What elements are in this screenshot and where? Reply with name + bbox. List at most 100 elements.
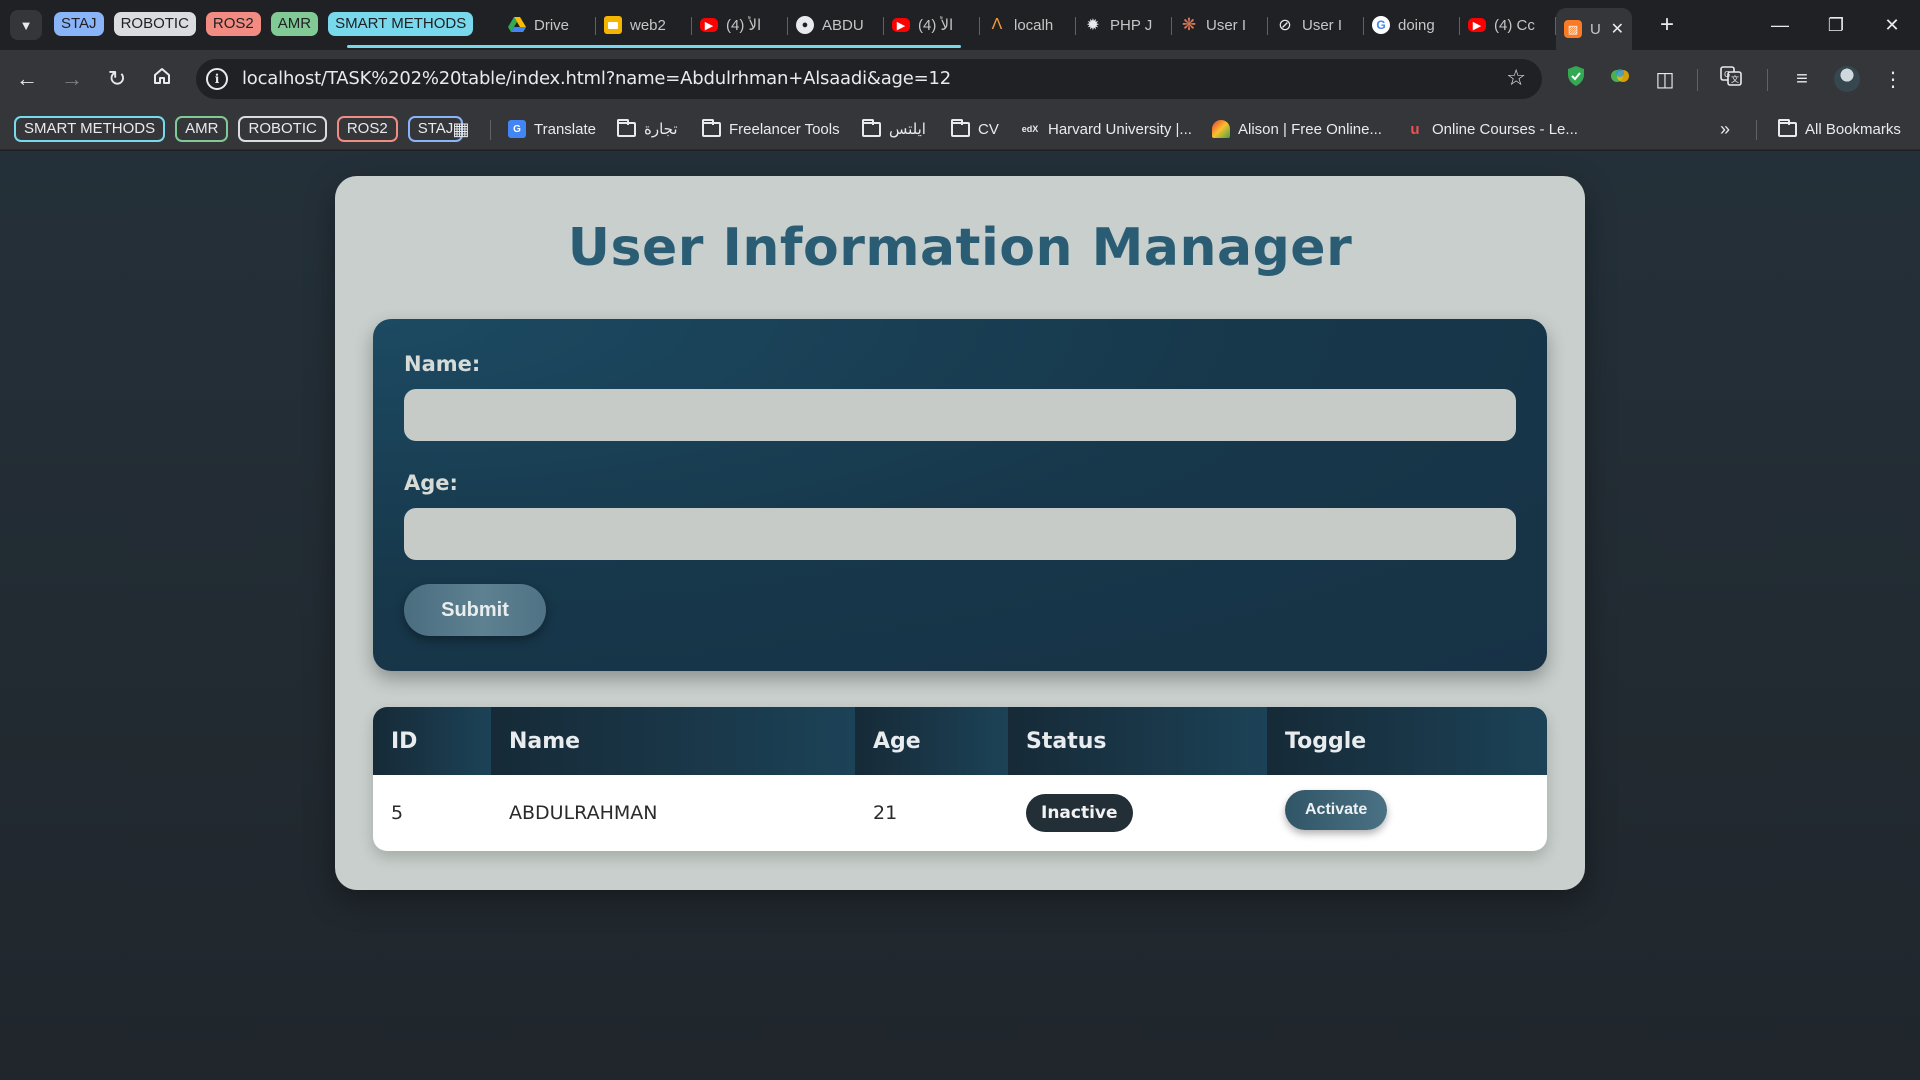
github-icon: ● (796, 16, 814, 34)
tab-web2[interactable]: web2 (596, 8, 692, 42)
bookmark-label: Freelancer Tools (729, 120, 840, 138)
colorful-extension-button[interactable] (1605, 64, 1635, 94)
tab-group-staj[interactable]: STAJ (54, 12, 104, 36)
tab-group-smart-methods[interactable]: SMART METHODS (328, 12, 474, 36)
tab-youtube-3[interactable]: ▶ (4) Cc (1460, 8, 1556, 42)
bookmark-online-courses[interactable]: u Online Courses - Le... (1406, 108, 1578, 150)
column-header-name: Name (491, 707, 855, 775)
extensions-button[interactable]: ◫ (1650, 64, 1680, 94)
tab-title: localh (1014, 16, 1054, 34)
translate-icon: G文 (1720, 65, 1742, 93)
bookmark-alison[interactable]: Alison | Free Online... (1212, 108, 1382, 150)
home-icon (152, 66, 172, 92)
forward-button[interactable]: → (57, 64, 87, 94)
reload-button[interactable]: ↻ (102, 64, 132, 94)
minimize-button[interactable]: — (1752, 0, 1808, 50)
tab-google[interactable]: G doing (1364, 8, 1460, 42)
tab-localhost[interactable]: Λ localh (980, 8, 1076, 42)
bookmarks-divider (490, 120, 491, 140)
tab-drive[interactable]: Drive (500, 8, 596, 42)
browser-toolbar: ← → ↻ i localhost/TASK%202%20table/index… (0, 50, 1920, 108)
tab-github[interactable]: ● ABDU (788, 8, 884, 42)
close-tab-icon[interactable]: ✕ (1611, 19, 1624, 39)
apps-grid-icon[interactable]: ▦ (450, 118, 472, 140)
address-bar[interactable]: i localhost/TASK%202%20table/index.html?… (196, 59, 1542, 99)
arrow-left-icon: ← (16, 66, 38, 91)
google-drive-icon (508, 16, 526, 34)
close-window-button[interactable]: ✕ (1864, 0, 1920, 50)
folder-icon (617, 118, 636, 137)
tab-group-robotic[interactable]: ROBOTIC (113, 12, 196, 36)
chrome-menu-button[interactable]: ⋮ (1878, 64, 1908, 94)
bookmark-folder-tijara[interactable]: تجارة (617, 108, 678, 150)
all-bookmarks-button[interactable]: All Bookmarks (1778, 108, 1901, 150)
chevron-double-right-icon: » (1720, 118, 1731, 139)
tab-group-amr[interactable]: AMR (270, 12, 319, 36)
submit-button[interactable]: Submit (404, 584, 546, 636)
svg-text:G: G (1724, 70, 1730, 79)
shield-extension-button[interactable] (1561, 64, 1591, 94)
bookmark-translate[interactable]: G Translate (508, 108, 596, 150)
profile-avatar[interactable] (1832, 64, 1862, 94)
bookmark-folder-ielts[interactable]: ايلتس (862, 108, 926, 150)
restore-button[interactable]: ❐ (1808, 0, 1864, 50)
tab-youtube-1[interactable]: ▶ (4) الأ (692, 8, 788, 42)
tab-list: Drive web2 ▶ (4) الأ ● ABDU ▶ (4) الأ Λ … (500, 8, 1632, 50)
bookmark-label: Translate (534, 120, 596, 138)
bookmark-label: All Bookmarks (1805, 120, 1901, 138)
tab-search-button[interactable]: ▼ (10, 10, 42, 40)
shield-icon (1566, 65, 1586, 93)
name-input[interactable] (404, 389, 1516, 441)
back-button[interactable]: ← (12, 64, 42, 94)
name-label: Name: (404, 352, 481, 376)
reload-icon: ↻ (107, 66, 127, 91)
bookmark-star-icon[interactable]: ☆ (1506, 65, 1526, 91)
media-control-button[interactable]: ≡ (1787, 64, 1817, 94)
tab-title: U (1590, 20, 1601, 38)
bookmark-group-ros2[interactable]: ROS2 (336, 116, 398, 142)
more-bookmarks-button[interactable]: » (1720, 108, 1730, 150)
youtube-icon: ▶ (892, 18, 910, 32)
tab-title: ABDU (822, 16, 864, 34)
table-header: ID Name Age Status Toggle (373, 707, 1547, 775)
site-info-icon[interactable]: i (206, 68, 228, 90)
new-tab-button[interactable]: + (1652, 8, 1682, 42)
bookmark-group-amr[interactable]: AMR (175, 116, 229, 142)
tab-user-2[interactable]: ⊘ User I (1268, 8, 1364, 42)
home-button[interactable] (147, 64, 177, 94)
close-icon: ✕ (1884, 14, 1900, 35)
bookmark-label: ايلتس (889, 121, 926, 138)
bookmarks-bar: SMART METHODS AMR ROBOTIC ROS2 STAJ ▦ G … (0, 108, 1920, 150)
age-label: Age: (404, 471, 458, 495)
minimize-icon: — (1771, 14, 1789, 35)
age-input[interactable] (404, 508, 1516, 560)
alison-icon (1212, 120, 1230, 138)
column-header-id: ID (373, 707, 491, 775)
tab-php[interactable]: ✹ PHP J (1076, 8, 1172, 42)
tab-active-user-info[interactable]: ▨ U ✕ (1556, 8, 1632, 50)
tab-youtube-2[interactable]: ▶ (4) الأ (884, 8, 980, 42)
chevron-down-icon: ▼ (19, 17, 33, 33)
tab-group-ros2[interactable]: ROS2 (205, 12, 261, 36)
cell-toggle: Activate (1267, 775, 1547, 851)
cell-status: Inactive (1008, 775, 1267, 851)
url-text[interactable]: localhost/TASK%202%20table/index.html?na… (242, 59, 951, 99)
bookmark-folder-freelancer[interactable]: Freelancer Tools (702, 108, 840, 150)
playlist-icon: ≡ (1796, 67, 1808, 90)
slides-icon (604, 16, 622, 34)
bookmark-group-robotic[interactable]: ROBOTIC (238, 116, 327, 142)
tab-user-1[interactable]: ❋ User I (1172, 8, 1268, 42)
toolbar-divider (1767, 69, 1768, 91)
column-header-toggle: Toggle (1267, 707, 1547, 775)
bookmark-folder-cv[interactable]: CV (951, 108, 999, 150)
restore-icon: ❐ (1827, 14, 1845, 35)
bookmark-group-smart-methods[interactable]: SMART METHODS (14, 116, 166, 142)
bookmark-label: Alison | Free Online... (1238, 120, 1382, 138)
xampp-icon: ▨ (1564, 20, 1582, 38)
cell-name: ABDULRAHMAN (509, 802, 658, 824)
user-form: Name: Age: Submit (373, 319, 1547, 671)
translate-page-button[interactable]: G文 (1716, 64, 1746, 94)
udemy-icon: u (1410, 120, 1420, 138)
bookmark-harvard[interactable]: edX Harvard University |... (1020, 108, 1192, 150)
activate-button[interactable]: Activate (1285, 790, 1388, 830)
